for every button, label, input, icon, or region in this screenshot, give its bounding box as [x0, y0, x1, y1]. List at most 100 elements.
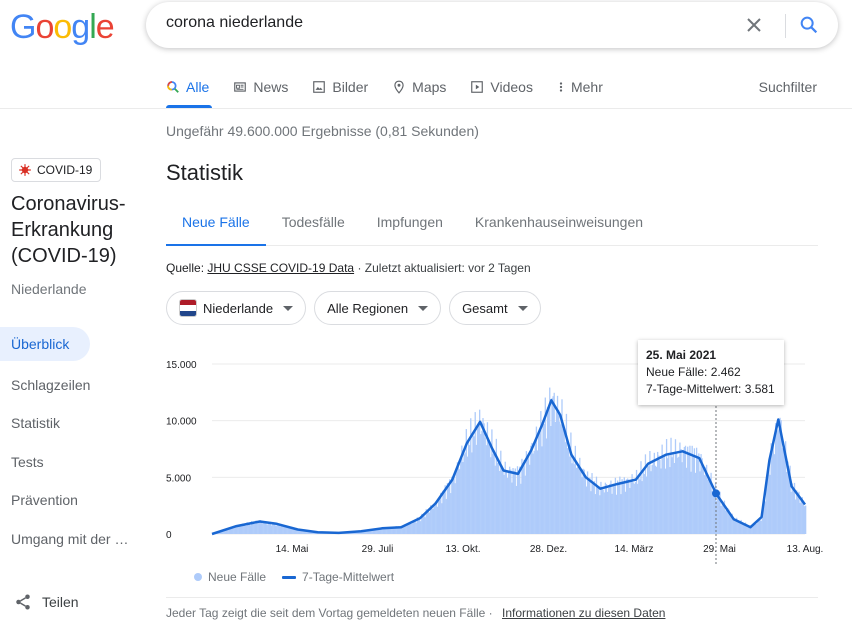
daily-case-bar: [623, 477, 625, 534]
daily-case-bar: [249, 525, 252, 534]
daily-case-bar: [776, 424, 778, 534]
stats-tab-deaths[interactable]: Todesfälle: [266, 200, 361, 244]
daily-case-bar: [682, 449, 684, 534]
footnote-text: Jeder Tag zeigt die seit dem Vortag geme…: [166, 606, 486, 620]
daily-case-bar: [257, 522, 259, 534]
daily-case-bar: [664, 468, 667, 534]
daily-case-bar: [653, 452, 655, 534]
daily-case-bar: [503, 474, 505, 534]
tab-images[interactable]: Bilder: [312, 76, 368, 98]
country-dropdown[interactable]: Niederlande: [166, 291, 307, 325]
period-dropdown[interactable]: Gesamt: [449, 291, 541, 325]
daily-case-bar: [555, 411, 558, 534]
search-icon[interactable]: [798, 14, 820, 36]
daily-case-bar: [701, 458, 703, 534]
side-item-headlines[interactable]: Schlagzeilen: [0, 366, 140, 405]
daily-case-bar: [618, 484, 620, 534]
daily-case-bar: [558, 409, 560, 534]
tab-news[interactable]: News: [233, 76, 288, 98]
daily-case-bar: [733, 519, 736, 534]
updated-text: · Zuletzt aktualisiert: vor 2 Tagen: [357, 261, 531, 275]
side-item-statistics[interactable]: Statistik: [0, 404, 140, 443]
daily-case-bar: [485, 445, 487, 534]
daily-case-bar: [226, 529, 228, 534]
daily-case-bar: [708, 479, 710, 534]
region-name: Niederlande: [11, 281, 87, 297]
clear-icon[interactable]: [742, 13, 766, 37]
tab-maps[interactable]: Maps: [392, 76, 446, 98]
filter-chips: Niederlande Alle Regionen Gesamt: [166, 291, 549, 325]
daily-case-bar: [390, 528, 392, 534]
daily-case-bar: [737, 521, 739, 534]
tab-label: Alle: [186, 79, 210, 95]
x-tick-label: 14. März: [615, 544, 654, 555]
side-item-overview[interactable]: Überblick: [0, 327, 90, 361]
virus-icon: [19, 164, 31, 176]
x-tick-label: 14. Mai: [276, 544, 309, 555]
google-logo[interactable]: Google: [10, 8, 115, 47]
daily-case-bar: [484, 437, 486, 534]
daily-case-bar: [588, 478, 590, 534]
daily-case-bar: [435, 501, 437, 534]
daily-case-bar: [562, 428, 564, 534]
daily-case-bar: [509, 466, 511, 534]
daily-case-bar: [654, 465, 657, 534]
logo-letter: o: [35, 8, 54, 46]
tab-videos[interactable]: Videos: [470, 76, 533, 98]
image-icon: [313, 81, 326, 93]
daily-case-bar: [717, 493, 719, 534]
side-item-coping[interactable]: Umgang mit der …: [0, 520, 140, 559]
daily-case-bar: [520, 483, 522, 534]
region-dropdown[interactable]: Alle Regionen: [314, 291, 442, 325]
stats-tab-hospitalizations[interactable]: Krankenhauseinweisungen: [459, 200, 659, 244]
badge-label: COVID-19: [37, 163, 93, 177]
daily-case-bar: [512, 468, 514, 534]
daily-case-bar: [244, 524, 246, 534]
daily-case-bar: [667, 458, 669, 534]
side-item-prevention[interactable]: Prävention: [0, 481, 140, 520]
caret-down-icon: [517, 305, 528, 311]
tools-button[interactable]: Suchfilter: [759, 79, 817, 95]
tab-all[interactable]: Alle: [166, 76, 209, 98]
daily-case-bar: [662, 457, 664, 534]
daily-case-bar: [262, 523, 264, 534]
daily-case-bar: [451, 476, 453, 534]
daily-case-bar: [471, 452, 473, 534]
daily-case-bar: [448, 479, 451, 534]
x-tick-label: 29. Mai: [703, 544, 736, 555]
daily-case-bar: [546, 407, 549, 534]
daily-case-bar: [690, 471, 692, 534]
tab-more[interactable]: Mehr: [557, 76, 603, 98]
daily-case-bar: [534, 439, 536, 534]
daily-case-bar: [799, 502, 801, 534]
stats-tab-vaccinations[interactable]: Impfungen: [361, 200, 459, 244]
daily-case-bar: [678, 456, 680, 534]
stats-tab-new-cases[interactable]: Neue Fälle: [166, 200, 266, 246]
daily-case-bar: [501, 469, 503, 534]
daily-case-bar: [724, 510, 727, 534]
daily-case-bar: [673, 462, 676, 534]
daily-case-bar: [284, 526, 286, 534]
share-button[interactable]: Teilen: [14, 593, 79, 611]
search-input[interactable]: [166, 14, 726, 32]
about-data-link[interactable]: Informationen zu diesen Daten: [502, 606, 665, 620]
daily-case-bar: [581, 477, 583, 534]
daily-case-bar: [494, 465, 496, 534]
daily-case-bar: [593, 481, 595, 534]
region-label: Alle Regionen: [327, 300, 409, 316]
daily-case-bar: [481, 430, 483, 534]
daily-case-bar: [613, 484, 615, 534]
daily-case-bar: [243, 524, 245, 534]
daily-case-bar: [797, 492, 799, 534]
footnote-separator: ·: [488, 606, 493, 620]
caret-down-icon: [418, 305, 429, 311]
daily-case-bar: [505, 471, 508, 534]
side-item-tests[interactable]: Tests: [0, 443, 140, 482]
daily-case-bar: [769, 474, 771, 534]
stats-title: Statistik: [166, 160, 244, 185]
daily-case-bar: [428, 512, 431, 534]
source-link[interactable]: JHU CSSE COVID-19 Data: [207, 261, 354, 275]
daily-case-bar: [628, 479, 630, 534]
daily-case-bar: [554, 421, 556, 534]
daily-case-bar: [603, 492, 605, 534]
